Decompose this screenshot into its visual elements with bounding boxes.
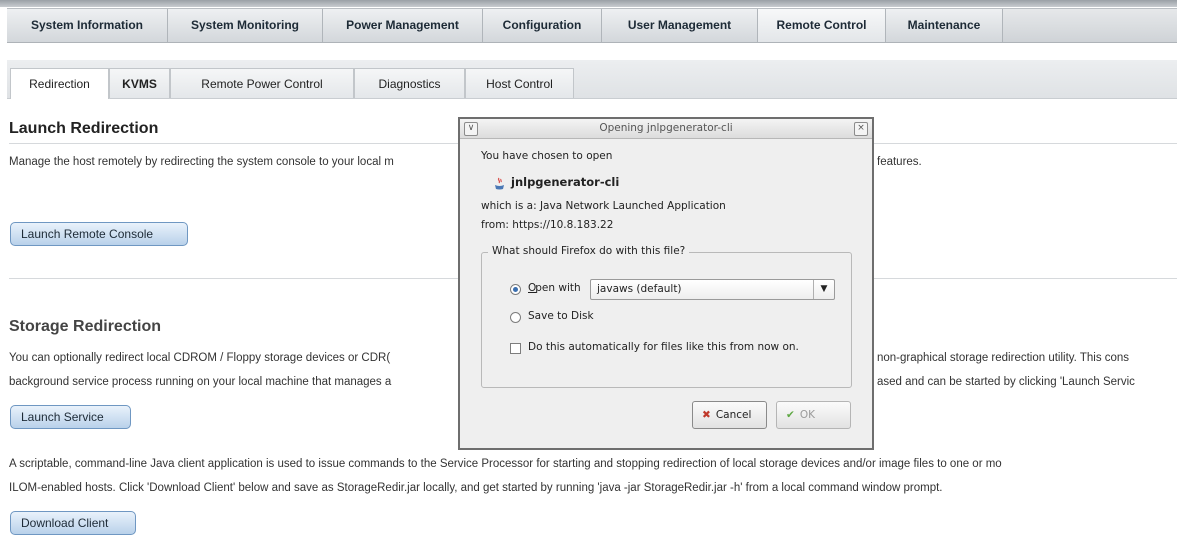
- tab-system-monitoring[interactable]: System Monitoring: [168, 9, 323, 42]
- chosen-to-open-text: You have chosen to open: [481, 150, 613, 162]
- subtab-redirection[interactable]: Redirection: [10, 68, 109, 99]
- launch-description-right: features.: [877, 156, 922, 168]
- file-type-text: which is a: Java Network Launched Applic…: [481, 200, 726, 212]
- subtab-host-control[interactable]: Host Control: [465, 68, 574, 98]
- open-with-select[interactable]: javaws (default) ▼: [590, 279, 835, 300]
- ok-label: OK: [799, 409, 815, 421]
- open-with-value: javaws (default): [597, 283, 682, 295]
- browser-top-strip: [0, 0, 1177, 7]
- open-with-radio[interactable]: [510, 284, 521, 295]
- tab-user-management[interactable]: User Management: [602, 9, 758, 42]
- download-client-button[interactable]: Download Client: [10, 511, 136, 535]
- save-to-disk-radio[interactable]: [510, 312, 521, 323]
- java-file-icon: [494, 175, 505, 190]
- tab-configuration[interactable]: Configuration: [483, 9, 602, 42]
- tab-system-information[interactable]: System Information: [7, 9, 168, 42]
- storage-description-line2-left: background service process running on yo…: [9, 376, 392, 388]
- storage-description-line1-right: non-graphical storage redirection utilit…: [877, 352, 1130, 364]
- tab-maintenance[interactable]: Maintenance: [886, 9, 1003, 42]
- subtab-kvms[interactable]: KVMS: [109, 68, 170, 98]
- sub-tab-bar: Redirection KVMS Remote Power Control Di…: [7, 60, 1177, 99]
- file-source-text: from: https://10.8.183.22: [481, 219, 614, 231]
- storage-redirection-heading: Storage Redirection: [9, 318, 162, 335]
- cancel-label: Cancel: [715, 409, 752, 421]
- cancel-button[interactable]: ✖ Cancel: [692, 401, 767, 429]
- open-with-label: Open with: [528, 282, 581, 294]
- opening-file-dialog: Opening jnlpgenerator-cli ∨ × You have c…: [458, 117, 874, 450]
- client-description-line2: ILOM-enabled hosts. Click 'Download Clie…: [9, 482, 943, 494]
- window-menu-icon[interactable]: ∨: [464, 122, 478, 136]
- check-icon: ✔: [786, 409, 795, 421]
- open-with-label-text: pen with: [535, 282, 581, 294]
- subtab-diagnostics[interactable]: Diagnostics: [354, 68, 465, 98]
- close-icon[interactable]: ×: [854, 122, 868, 136]
- action-group-label: What should Firefox do with this file?: [488, 245, 690, 257]
- tab-remote-control[interactable]: Remote Control: [758, 9, 886, 42]
- ok-button[interactable]: ✔ OK: [776, 401, 851, 429]
- file-name: jnlpgenerator-cli: [511, 175, 620, 189]
- chevron-down-icon: ▼: [813, 280, 834, 299]
- auto-action-checkbox[interactable]: [510, 343, 521, 354]
- launch-redirection-heading: Launch Redirection: [9, 120, 159, 137]
- auto-action-label[interactable]: Do this automatically for files like thi…: [528, 341, 799, 353]
- main-tab-bar: System Information System Monitoring Pow…: [7, 8, 1177, 43]
- storage-description-line2-right: ased and can be started by clicking 'Lau…: [877, 376, 1135, 388]
- tab-power-management[interactable]: Power Management: [323, 9, 483, 42]
- save-to-disk-label[interactable]: Save to Disk: [528, 310, 594, 322]
- launch-service-button[interactable]: Launch Service: [10, 405, 131, 429]
- launch-remote-console-button[interactable]: Launch Remote Console: [10, 222, 188, 246]
- launch-description-left: Manage the host remotely by redirecting …: [9, 156, 394, 168]
- storage-description-line1-left: You can optionally redirect local CDROM …: [9, 352, 391, 364]
- dialog-title: Opening jnlpgenerator-cli: [460, 119, 872, 139]
- cancel-icon: ✖: [702, 409, 711, 421]
- subtab-remote-power-control[interactable]: Remote Power Control: [170, 68, 354, 98]
- client-description-line1: A scriptable, command-line Java client a…: [9, 458, 1002, 470]
